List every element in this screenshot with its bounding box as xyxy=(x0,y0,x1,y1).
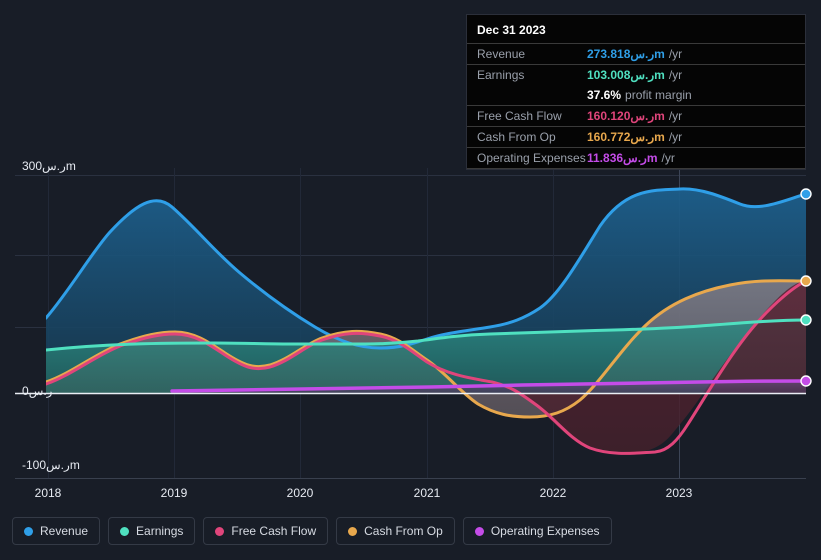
legend-dot-icon-free-cash-flow xyxy=(215,527,224,536)
chart-tooltip: Dec 31 2023 Revenue 273.818ر.سm /yr Earn… xyxy=(466,14,806,170)
legend-dot-icon-earnings xyxy=(120,527,129,536)
x-axis-label-2019: 2019 xyxy=(161,486,188,500)
tooltip-value-revenue: 273.818ر.سm xyxy=(587,47,665,61)
legend-item-free-cash-flow[interactable]: Free Cash Flow xyxy=(203,517,328,545)
tooltip-value-profit-margin: 37.6% xyxy=(587,88,621,102)
tooltip-unit-earnings: /yr xyxy=(669,68,682,82)
legend-label-cash-from-op: Cash From Op xyxy=(364,524,443,538)
legend-item-earnings[interactable]: Earnings xyxy=(108,517,195,545)
x-axis-label-2023: 2023 xyxy=(666,486,693,500)
tooltip-unit-free-cash-flow: /yr xyxy=(669,109,682,123)
tooltip-unit-cash-from-op: /yr xyxy=(669,130,682,144)
tooltip-value-free-cash-flow: 160.120ر.سm xyxy=(587,109,665,123)
tooltip-value-operating-expenses: 11.836ر.سm xyxy=(587,151,658,165)
x-axis-label-2020: 2020 xyxy=(287,486,314,500)
legend-label-earnings: Earnings xyxy=(136,524,183,538)
x-axis-label-2021: 2021 xyxy=(414,486,441,500)
tooltip-row-profit-margin: 37.6% profit margin xyxy=(467,85,805,105)
legend-label-revenue: Revenue xyxy=(40,524,88,538)
legend-item-cash-from-op[interactable]: Cash From Op xyxy=(336,517,455,545)
tooltip-value-earnings: 103.008ر.سm xyxy=(587,68,665,82)
tooltip-row-revenue: Revenue 273.818ر.سm /yr xyxy=(467,43,805,64)
legend-item-operating-expenses[interactable]: Operating Expenses xyxy=(463,517,612,545)
tooltip-unit-operating-expenses: /yr xyxy=(662,151,675,165)
x-axis-label-2022: 2022 xyxy=(540,486,567,500)
chart-legend: Revenue Earnings Free Cash Flow Cash Fro… xyxy=(12,517,612,545)
tooltip-label-revenue: Revenue xyxy=(477,47,587,61)
y-axis-label-300: 300ر.سm xyxy=(22,159,76,173)
y-axis-label-0: 0ر.س xyxy=(22,384,52,398)
tooltip-bottom-rule xyxy=(467,168,805,169)
legend-label-free-cash-flow: Free Cash Flow xyxy=(231,524,316,538)
tooltip-value-cash-from-op: 160.772ر.سm xyxy=(587,130,665,144)
tooltip-row-cash-from-op: Cash From Op 160.772ر.سm /yr xyxy=(467,126,805,147)
y-axis-label-n100: -100ر.سm xyxy=(22,458,80,472)
tooltip-label-free-cash-flow: Free Cash Flow xyxy=(477,109,587,123)
tooltip-label-cash-from-op: Cash From Op xyxy=(477,130,587,144)
tooltip-date: Dec 31 2023 xyxy=(467,15,805,43)
legend-item-revenue[interactable]: Revenue xyxy=(12,517,100,545)
tooltip-label-earnings: Earnings xyxy=(477,68,587,82)
x-axis-label-2018: 2018 xyxy=(35,486,62,500)
tooltip-label-profit-margin: profit margin xyxy=(625,88,692,102)
legend-label-operating-expenses: Operating Expenses xyxy=(491,524,600,538)
legend-dot-icon-cash-from-op xyxy=(348,527,357,536)
legend-dot-icon-operating-expenses xyxy=(475,527,484,536)
legend-dot-icon-revenue xyxy=(24,527,33,536)
financial-area-chart: 300ر.سm 0ر.س -100ر.سm 2018 2019 2020 202… xyxy=(0,0,821,560)
tooltip-label-operating-expenses: Operating Expenses xyxy=(477,151,587,165)
tooltip-row-free-cash-flow: Free Cash Flow 160.120ر.سm /yr xyxy=(467,105,805,126)
tooltip-unit-revenue: /yr xyxy=(669,47,682,61)
tooltip-row-operating-expenses: Operating Expenses 11.836ر.سm /yr xyxy=(467,147,805,168)
tooltip-row-earnings: Earnings 103.008ر.سm /yr xyxy=(467,64,805,85)
